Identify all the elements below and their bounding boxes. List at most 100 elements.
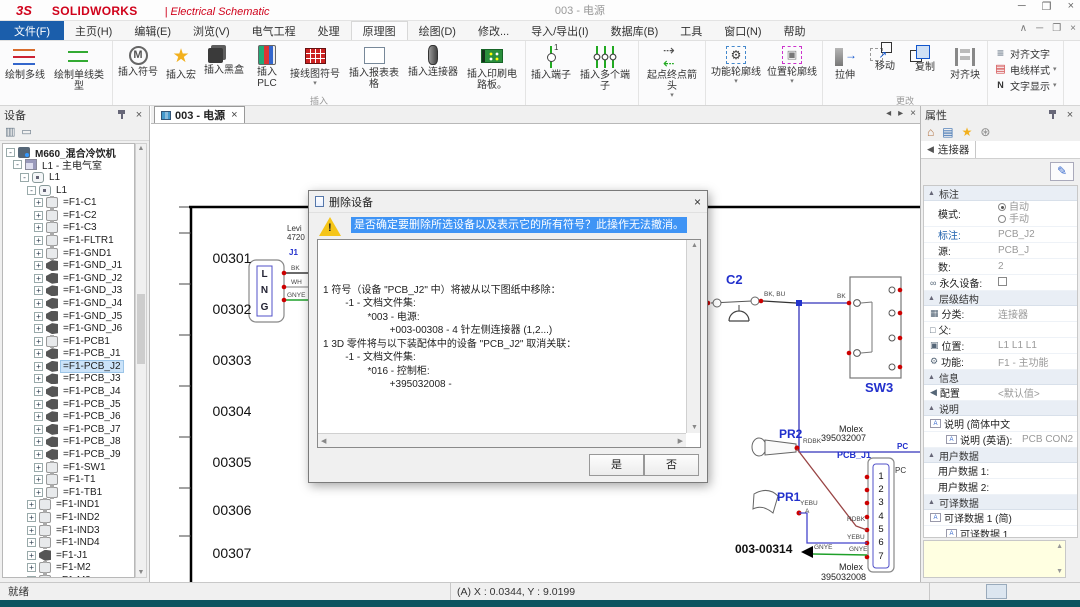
- align-block-button[interactable]: 对齐块 ▾: [945, 42, 985, 82]
- tree-expander-icon[interactable]: +: [34, 488, 43, 497]
- tree-expander-icon[interactable]: +: [27, 551, 36, 560]
- tree-item[interactable]: + =F1-PCB_J7: [3, 423, 134, 436]
- insert-blackbox-button[interactable]: 插入黑盒 ▾: [201, 42, 247, 77]
- tree-expander-icon[interactable]: +: [34, 223, 43, 232]
- tree-expander-icon[interactable]: -: [20, 173, 29, 182]
- location-value[interactable]: L1 L1 L1: [996, 340, 1077, 351]
- tree-item[interactable]: + =F1-FLTR1: [3, 234, 134, 247]
- permanent-checkbox[interactable]: [998, 277, 1007, 286]
- align-text-button[interactable]: 对齐文字 ▾: [994, 46, 1057, 60]
- tree-expander-icon[interactable]: +: [34, 274, 43, 283]
- tree-item[interactable]: + =F1-PCB_J9: [3, 448, 134, 461]
- tree-item[interactable]: + =F1-IND4: [3, 536, 134, 549]
- tree-expander-icon[interactable]: +: [34, 387, 43, 396]
- menu-tab[interactable]: 编辑(E): [123, 21, 182, 40]
- insert-terminal-button[interactable]: 插入端子 ▾: [528, 42, 574, 82]
- doc-close-icon[interactable]: ×: [1070, 23, 1076, 34]
- edit-properties-button[interactable]: ✎: [1050, 162, 1074, 181]
- class-value[interactable]: 连接器: [996, 306, 1077, 321]
- radio-manual[interactable]: 手动: [998, 214, 1077, 226]
- scroll-down-icon[interactable]: ▼: [136, 569, 146, 576]
- scroll-down-icon[interactable]: ▼: [1056, 568, 1063, 575]
- tree-expander-icon[interactable]: +: [34, 236, 43, 245]
- draw-multiwire-button[interactable]: 绘制多线 ▾: [2, 42, 48, 82]
- tree-item[interactable]: + =F1-GND_J6: [3, 322, 134, 335]
- move-button[interactable]: 移动 ▾: [865, 42, 905, 73]
- tree-item[interactable]: + =F1-GND1: [3, 247, 134, 260]
- tree-item[interactable]: - L1: [3, 184, 134, 197]
- menu-tab[interactable]: 电气工程: [241, 21, 307, 40]
- dialog-details-box[interactable]: 1 符号（设备 "PCB_J2" 中）将被从以下图纸中移除： -1 - 文档文件…: [317, 239, 701, 448]
- tree-expander-icon[interactable]: +: [34, 412, 43, 421]
- tree-expander-icon[interactable]: +: [34, 324, 43, 333]
- menu-tab[interactable]: 处理: [307, 21, 351, 40]
- insert-plc-button[interactable]: 插入 PLC ▾: [247, 42, 287, 90]
- tree-expander-icon[interactable]: +: [27, 563, 36, 572]
- scrollbar-thumb[interactable]: [137, 294, 145, 364]
- menu-tab[interactable]: 工具: [669, 21, 713, 40]
- tree-item[interactable]: + =F1-C2: [3, 209, 134, 222]
- tab-connector[interactable]: ◀ 连接器: [921, 141, 976, 158]
- dialog-vertical-scrollbar[interactable]: ▲ ▼: [686, 240, 700, 433]
- scroll-down-icon[interactable]: ▼: [691, 424, 698, 431]
- scroll-left-icon[interactable]: ◀: [321, 437, 326, 445]
- tree-expander-icon[interactable]: +: [34, 463, 43, 472]
- panel-close-icon[interactable]: ×: [133, 109, 145, 121]
- menu-tab[interactable]: 数据库(B): [600, 21, 670, 40]
- snap-icon[interactable]: [1055, 584, 1076, 599]
- tree-item[interactable]: + =F1-PCB_J5: [3, 398, 134, 411]
- tree-item[interactable]: + =F1-IND3: [3, 524, 134, 537]
- cursor-icon[interactable]: [986, 584, 1007, 599]
- card-view-icon[interactable]: ▤: [942, 125, 953, 139]
- wireframe-icon[interactable]: [963, 584, 984, 599]
- insert-connector-button[interactable]: 插入连接器 ▾: [405, 42, 461, 79]
- menu-tab[interactable]: 帮助: [773, 21, 817, 40]
- tree-expander-icon[interactable]: +: [27, 576, 36, 578]
- tree-expander-icon[interactable]: +: [34, 450, 43, 459]
- section-mark[interactable]: ▲标注: [924, 186, 1077, 201]
- line-weight-icon[interactable]: [1009, 584, 1030, 599]
- tree-expander-icon[interactable]: +: [27, 526, 36, 535]
- menu-tab[interactable]: 窗口(N): [713, 21, 772, 40]
- tree-expander-icon[interactable]: -: [6, 148, 15, 157]
- count-value[interactable]: 2: [996, 261, 1077, 272]
- yes-button[interactable]: 是: [589, 454, 644, 476]
- web-icon[interactable]: ⊛: [980, 125, 990, 139]
- insert-pcb-button[interactable]: 插入印刷电路板。 ▾: [461, 42, 523, 92]
- tree-item[interactable]: + =F1-PCB_J3: [3, 373, 134, 386]
- pin-icon[interactable]: [116, 109, 127, 120]
- tree-expander-icon[interactable]: +: [34, 249, 43, 258]
- tree-item[interactable]: + =F1-GND_J1: [3, 259, 134, 272]
- document-tab[interactable]: 003 - 电源 ×: [154, 106, 245, 123]
- doc-restore-icon[interactable]: ❐: [1052, 23, 1061, 34]
- location-outline-button[interactable]: 位置轮廓线 ▾: [764, 42, 820, 86]
- tree-expander-icon[interactable]: +: [34, 362, 43, 371]
- scroll-up-icon[interactable]: ▲: [136, 145, 146, 152]
- source-value[interactable]: PCB_J: [996, 245, 1077, 256]
- menu-tab[interactable]: 修改...: [467, 21, 520, 40]
- tree-expander-icon[interactable]: -: [27, 186, 36, 195]
- section-user-data[interactable]: ▲用户数据: [924, 448, 1077, 463]
- dialog-close-icon[interactable]: ×: [694, 195, 701, 209]
- device-filter-icon[interactable]: ▭: [21, 125, 31, 138]
- config-value[interactable]: <默认值>: [996, 385, 1077, 400]
- menu-tab[interactable]: 原理图: [351, 21, 408, 40]
- dialog-title-bar[interactable]: 删除设备 ×: [309, 191, 707, 213]
- tree-item[interactable]: + =F1-M3: [3, 574, 134, 578]
- tree-item[interactable]: + =F1-SW1: [3, 461, 134, 474]
- section-hierarchy[interactable]: ▲层级结构: [924, 291, 1077, 306]
- wire-style-button[interactable]: 电线样式 ▾: [994, 62, 1057, 76]
- scroll-up-icon[interactable]: ▲: [691, 242, 698, 249]
- favorites-icon[interactable]: ★: [962, 125, 973, 139]
- menu-tab[interactable]: 浏览(V): [182, 21, 241, 40]
- tree-expander-icon[interactable]: +: [34, 312, 43, 321]
- dialog-horizontal-scrollbar[interactable]: ◀ ▶: [318, 433, 686, 447]
- tree-item[interactable]: + =F1-PCB_J6: [3, 410, 134, 423]
- tree-expander-icon[interactable]: +: [34, 425, 43, 434]
- home-icon[interactable]: ⌂: [927, 125, 934, 139]
- tree-expander-icon[interactable]: +: [27, 500, 36, 509]
- no-button[interactable]: 否: [644, 454, 699, 476]
- tree-expander-icon[interactable]: +: [34, 349, 43, 358]
- scroll-right-icon[interactable]: ▶: [678, 437, 683, 445]
- maximize-button[interactable]: ❐: [1042, 0, 1052, 13]
